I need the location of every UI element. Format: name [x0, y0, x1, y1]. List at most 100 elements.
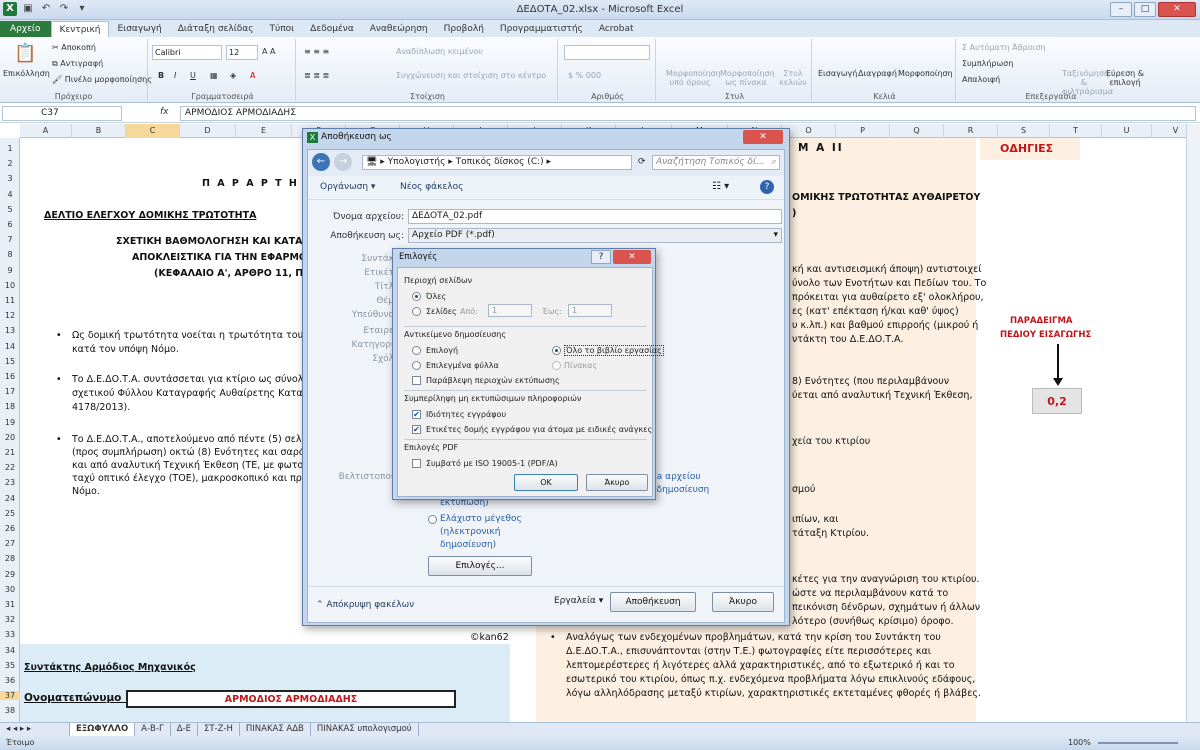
fill-color-icon[interactable]: ◈ [230, 71, 236, 80]
row-header-38[interactable]: 38 [0, 706, 20, 715]
selected-sheets-radio[interactable] [412, 361, 421, 370]
name-cell[interactable]: ΑΡΜΟΔΙΟΣ ΑΡΜΟΔΙΑΔΗΣ [126, 690, 456, 708]
help-icon[interactable]: ? [591, 250, 611, 264]
row-header-15[interactable]: 15 [0, 357, 20, 366]
column-header-b[interactable]: B [72, 124, 126, 138]
tools-button[interactable]: Εργαλεία ▾ [554, 596, 603, 606]
row-header-17[interactable]: 17 [0, 387, 20, 396]
tab-page-layout[interactable]: Διάταξη σελίδας [170, 21, 262, 37]
row-header-3[interactable]: 3 [0, 174, 20, 183]
wrap-text-button[interactable]: Αναδίπλωση κειμένου [396, 47, 483, 56]
new-folder-button[interactable]: Νέος φάκελος [400, 182, 463, 192]
search-input[interactable]: Αναζήτηση Τοπικός δί... ⌕ [652, 155, 780, 170]
row-header-8[interactable]: 8 [0, 250, 20, 259]
all-radio[interactable] [412, 292, 421, 301]
row-header-29[interactable]: 29 [0, 570, 20, 579]
merge-center-button[interactable]: Συγχώνευση και στοίχιση στο κέντρο [396, 71, 546, 80]
row-header-20[interactable]: 20 [0, 433, 20, 442]
row-header-21[interactable]: 21 [0, 448, 20, 457]
from-input[interactable]: 1 [488, 304, 532, 317]
row-header-31[interactable]: 31 [0, 600, 20, 609]
tab-formulas[interactable]: Τύποι [261, 21, 302, 37]
row-header-23[interactable]: 23 [0, 478, 20, 487]
autosum-button[interactable]: Σ Αυτόματη Άθροιση [962, 43, 1045, 52]
tab-acrobat[interactable]: Acrobat [591, 21, 642, 37]
row-header-24[interactable]: 24 [0, 494, 20, 503]
column-header-t[interactable]: T [1050, 124, 1102, 138]
tab-insert[interactable]: Εισαγωγή [109, 21, 169, 37]
sheet-nav-icon[interactable]: ◂ ◂ ▸ ▸ [0, 723, 70, 736]
row-header-36[interactable]: 36 [0, 676, 20, 685]
align-left-icon[interactable]: ≣ ≣ ≣ [304, 71, 329, 80]
copy-button[interactable]: ⧉ Αντιγραφή [52, 59, 103, 69]
row-header-28[interactable]: 28 [0, 554, 20, 563]
row-header-11[interactable]: 11 [0, 296, 20, 305]
row-header-35[interactable]: 35 [0, 661, 20, 670]
address-bar[interactable]: 🖥 ▸ Υπολογιστής ▸ Τοπικός δίσκος (C:) ▸ [362, 155, 632, 170]
number-format-box[interactable] [564, 45, 650, 60]
font-size-box[interactable]: 12 [226, 45, 258, 60]
align-top-icon[interactable]: ≡ ≡ ≡ [304, 47, 329, 56]
row-header-4[interactable]: 4 [0, 190, 20, 199]
tab-file[interactable]: Αρχείο [0, 21, 51, 37]
ignore-print-areas-checkbox[interactable] [412, 376, 421, 385]
table-radio[interactable] [552, 361, 561, 370]
formula-input[interactable]: ΑΡΜΟΔΙΟΣ ΑΡΜΟΔΙΑΔΗΣ [180, 106, 1196, 121]
organize-button[interactable]: Οργάνωση ▾ [320, 182, 375, 192]
underline-icon[interactable]: U [190, 71, 196, 80]
savetype-select[interactable]: Αρχείο PDF (*.pdf) ▾ [408, 228, 782, 243]
close-icon[interactable]: ✕ [1158, 2, 1196, 17]
save-button[interactable]: Αποθήκευση [610, 592, 696, 612]
row-header-9[interactable]: 9 [0, 266, 20, 275]
find-select-button[interactable]: Εύρεση & επιλογή [1106, 69, 1144, 87]
maximize-icon[interactable]: □ [1134, 2, 1156, 17]
struct-tags-checkbox[interactable]: ✔ [412, 425, 421, 434]
cut-button[interactable]: ✂ Αποκοπή [52, 43, 96, 52]
forward-icon[interactable]: → [334, 153, 352, 171]
sheet-tab-abg[interactable]: Α-Β-Γ [135, 723, 171, 736]
row-header-27[interactable]: 27 [0, 539, 20, 548]
column-header-a[interactable]: A [20, 124, 72, 138]
insert-cells-button[interactable]: Εισαγωγή [818, 69, 857, 78]
column-header-o[interactable]: O [782, 124, 836, 138]
tab-home[interactable]: Κεντρική [50, 21, 110, 37]
sheet-tab-de[interactable]: Δ-Ε [171, 723, 198, 736]
row-header-30[interactable]: 30 [0, 585, 20, 594]
name-box[interactable]: C37 [2, 106, 122, 121]
sheet-tab-pinakas-calc[interactable]: ΠΙΝΑΚΑΣ υπολογισμού [311, 723, 419, 736]
row-header-34[interactable]: 34 [0, 646, 20, 655]
close-icon[interactable]: ✕ [613, 250, 651, 264]
doc-props-checkbox[interactable]: ✔ [412, 410, 421, 419]
fill-button[interactable]: Συμπλήρωση [962, 59, 1013, 68]
row-header-18[interactable]: 18 [0, 402, 20, 411]
column-header-c[interactable]: C [126, 124, 180, 138]
row-header-16[interactable]: 16 [0, 372, 20, 381]
row-header-10[interactable]: 10 [0, 281, 20, 290]
row-header-5[interactable]: 5 [0, 205, 20, 214]
column-header-q[interactable]: Q [890, 124, 944, 138]
row-header-14[interactable]: 14 [0, 342, 20, 351]
row-header-2[interactable]: 2 [0, 159, 20, 168]
paste-icon[interactable]: 📋 [14, 43, 36, 64]
pages-radio[interactable] [412, 307, 421, 316]
minimize-icon[interactable]: – [1110, 2, 1132, 17]
column-header-p[interactable]: P [836, 124, 890, 138]
column-header-e[interactable]: E [236, 124, 292, 138]
row-header-19[interactable]: 19 [0, 418, 20, 427]
row-header-13[interactable]: 13 [0, 326, 20, 335]
row-header-22[interactable]: 22 [0, 463, 20, 472]
currency-icon[interactable]: $ % 000 [568, 71, 601, 80]
iso-checkbox[interactable] [412, 459, 421, 468]
row-header-1[interactable]: 1 [0, 144, 20, 153]
filename-input[interactable]: ΔΕΔΟΤΑ_02.pdf [408, 209, 782, 224]
zoom-slider[interactable] [1098, 742, 1178, 744]
conditional-format-button[interactable]: Μορφοποίηση υπό όρους [666, 69, 721, 87]
options-button[interactable]: Επιλογές... [428, 556, 532, 576]
row-header-6[interactable]: 6 [0, 220, 20, 229]
row-header-37[interactable]: 37 [0, 691, 20, 701]
cell-styles-button[interactable]: Στυλ κελιών [778, 69, 808, 87]
delete-cells-button[interactable]: Διαγραφή [858, 69, 897, 78]
back-icon[interactable]: ← [312, 153, 330, 171]
ok-button[interactable]: OK [514, 474, 578, 491]
whole-book-radio[interactable] [552, 346, 561, 355]
